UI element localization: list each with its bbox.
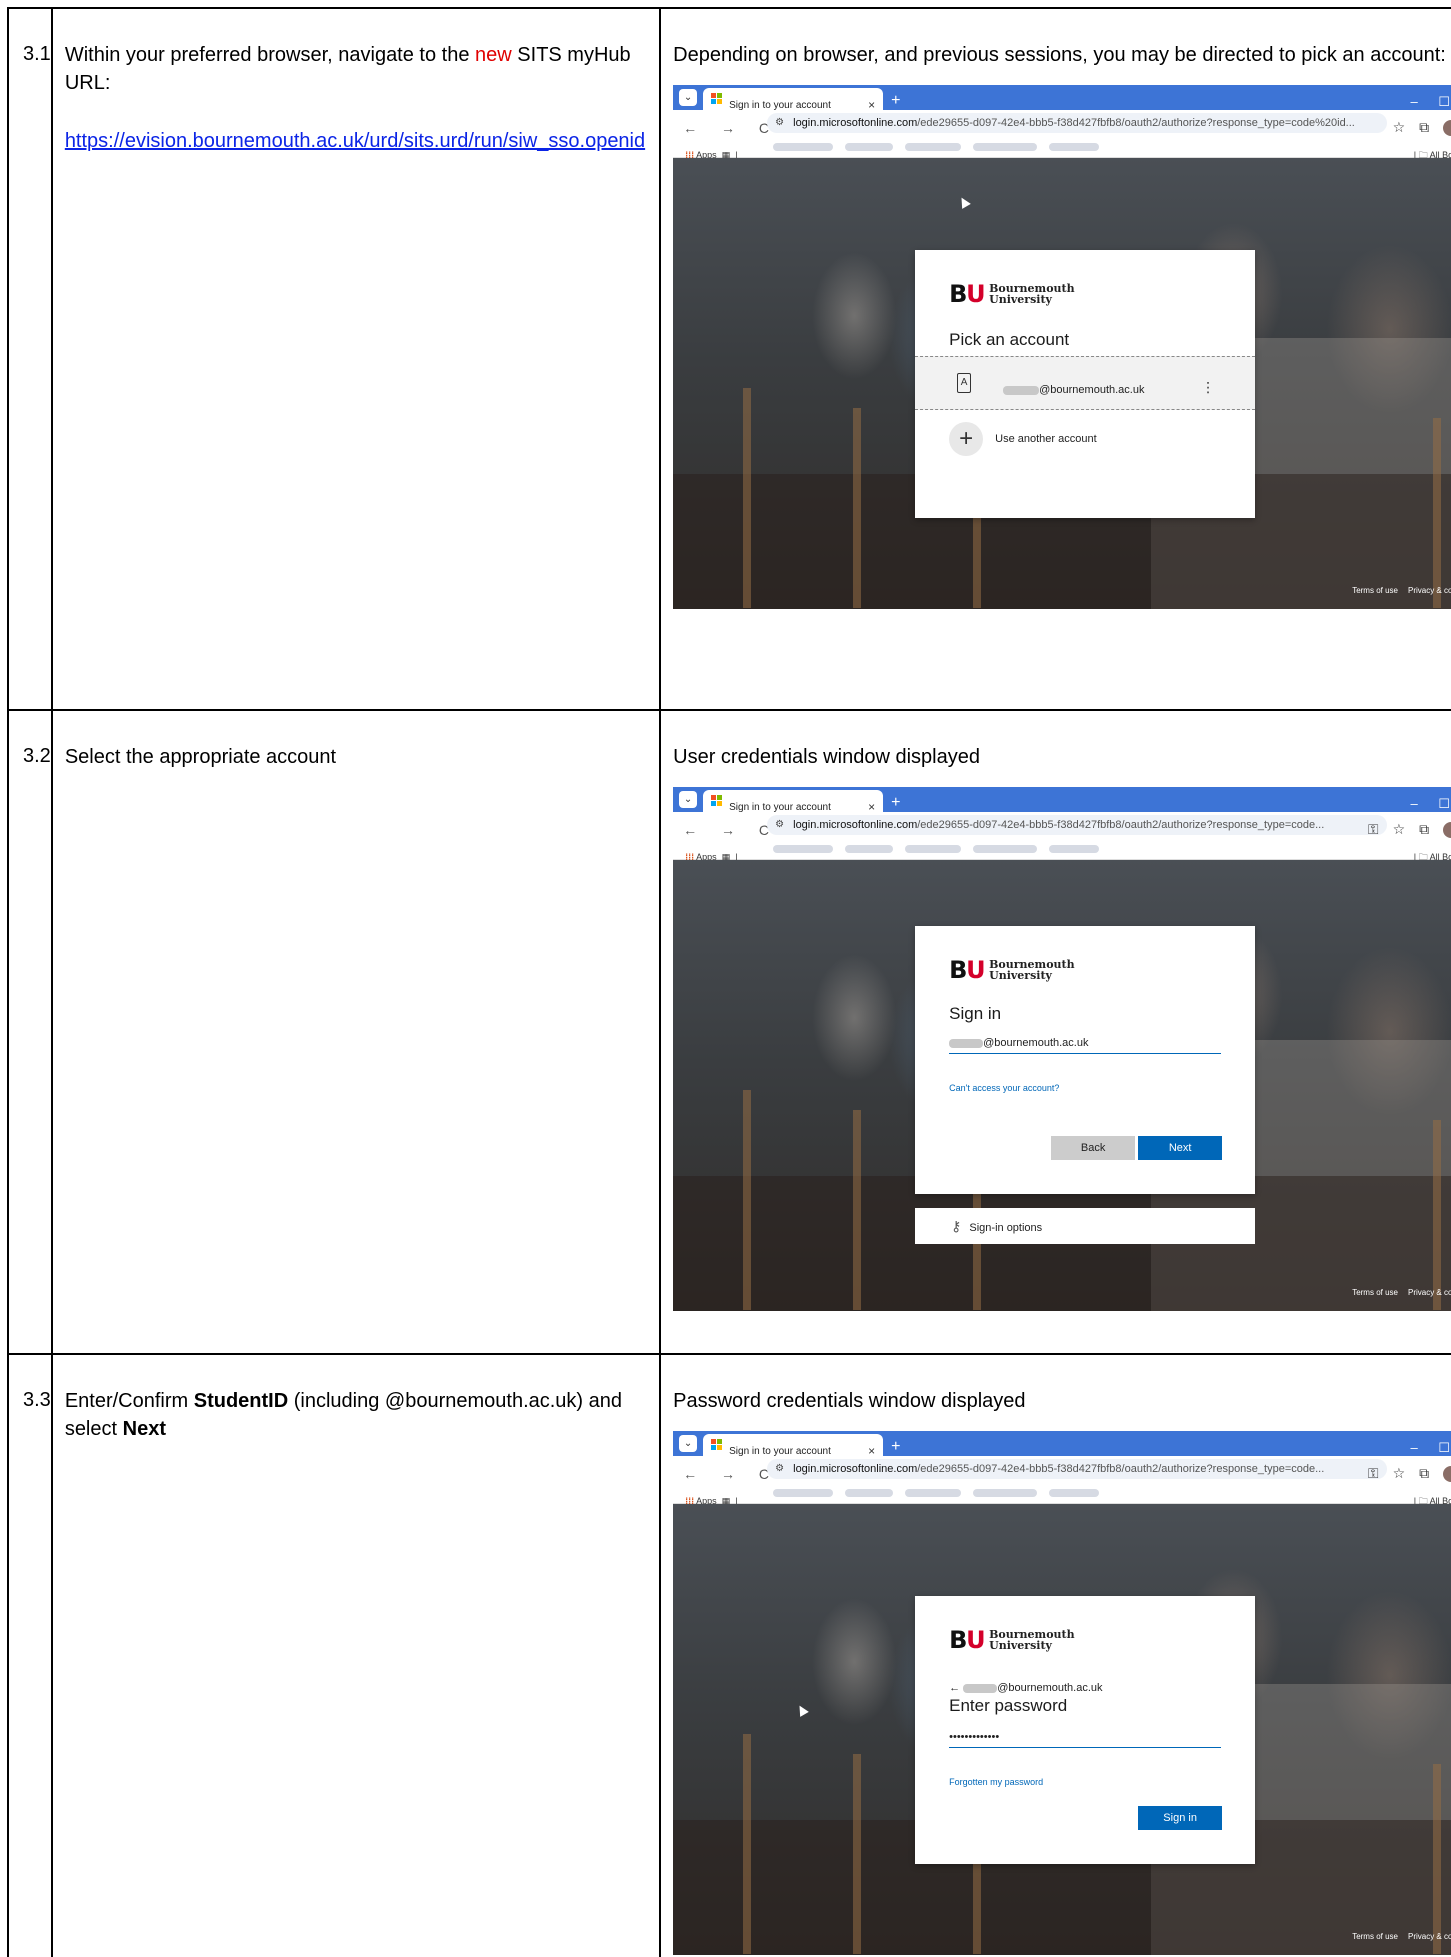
step-number: 3.1 [23,43,51,65]
browser-screenshot: ⌄ Sign in to your account × + –☐× ← → C … [673,1431,1451,1955]
blurred-username [949,1038,984,1048]
address-bar: ← → C ⚙ login.microsoftonline.com/ede2965… [673,110,1451,137]
new-highlight: new [475,44,512,66]
browser-tab[interactable]: Sign in to your account × [703,790,884,814]
tab-bar: ⌄ Sign in to your account × + –☐× [673,1431,1451,1458]
microsoft-logo-icon [711,795,723,806]
avatar[interactable] [1443,822,1451,839]
blurred-bookmark[interactable] [845,845,894,853]
blurred-bookmark[interactable] [845,143,894,151]
email-field[interactable]: @bournemouth.ac.uk [949,1034,1222,1054]
terms-link[interactable]: Terms of use [1352,586,1398,595]
blurred-bookmark[interactable] [973,1489,1038,1497]
back-button[interactable]: Back [1051,1136,1136,1160]
avatar[interactable] [1443,1466,1451,1483]
sign-in-button[interactable]: Sign in [1138,1806,1223,1830]
studentid-highlight: StudentID [193,1390,289,1412]
page-footer: Terms of usePrivacy & cookies··· [1342,1279,1451,1307]
blurred-username [1003,385,1040,395]
blurred-bookmark[interactable] [1049,143,1100,151]
blurred-bookmark[interactable] [773,143,834,151]
use-another-account[interactable]: + Use another account [949,422,1097,456]
sign-in-card: B U Bournemouth University Sign in @bournem… [915,926,1256,1194]
browser-tab[interactable]: Sign in to your account × [703,1434,884,1458]
step-instruction: Select the appropriate account [64,746,337,768]
card-title: Sign in [949,1004,1002,1023]
terms-link[interactable]: Terms of use [1352,1288,1398,1297]
privacy-link[interactable]: Privacy & cookies [1408,1288,1451,1297]
blurred-bookmark[interactable] [773,1489,834,1497]
blurred-bookmark[interactable] [905,845,962,853]
step-instruction: Enter/Confirm StudentID (including @bour… [64,1390,623,1440]
microsoft-logo-icon [711,93,723,104]
terms-link[interactable]: Terms of use [1352,1932,1398,1941]
site-info-icon[interactable]: ⚙ [775,113,784,133]
tab-search-icon[interactable]: ⌄ [679,1435,698,1452]
forgot-password-link[interactable]: Forgotten my password [949,1768,1043,1796]
blurred-bookmark[interactable] [905,143,962,151]
password-field[interactable]: ••••••••••••• [949,1728,1222,1748]
tab-search-icon[interactable]: ⌄ [679,89,698,106]
step-row: 3.1 Within your preferred browser, navig… [7,7,1451,711]
password-card: B U Bournemouth University ← @bournemouth.a… [915,1596,1256,1864]
address-bar: ← → C ⚙ login.microsoftonline.com/ede2965… [673,812,1451,839]
privacy-link[interactable]: Privacy & cookies [1408,1932,1451,1941]
blurred-bookmark[interactable] [1049,845,1100,853]
avatar[interactable] [1443,120,1451,137]
blurred-bookmark[interactable] [905,1489,962,1497]
step-row: 3.2 Select the appropriate account User … [7,709,1451,1355]
page-footer: Terms of usePrivacy & cookies··· [1342,1923,1451,1951]
step-number: 3.2 [23,745,51,767]
url-field[interactable]: ⚙ login.microsoftonline.com/ede29655-d097… [767,815,1388,835]
blurred-bookmark[interactable] [773,845,834,853]
privacy-link[interactable]: Privacy & cookies [1408,586,1451,595]
site-info-icon[interactable]: ⚙ [775,1459,784,1479]
sign-in-options[interactable]: ⚷ Sign-in options [915,1208,1256,1244]
step-instruction: Within your preferred browser, navigate … [53,9,659,155]
url-field[interactable]: ⚙ login.microsoftonline.com/ede29655-d097… [767,1459,1388,1479]
bookmarks-bar: ⁞⁞⁞ Apps ▦ | | 🗀 All Bookmarks [673,136,1451,160]
next-highlight: Next [122,1418,166,1440]
step-row: 3.3 Enter/Confirm StudentID (including @… [7,1353,1451,1957]
browser-tab[interactable]: Sign in to your account × [703,88,884,112]
pick-account-card: B U Bournemouth University Pick an account … [915,250,1256,518]
bookmarks-bar: ⁞⁞⁞ Apps ▦ | | 🗀 All Bookmarks [673,838,1451,862]
blurred-bookmark[interactable] [973,845,1038,853]
step-description: Depending on browser, and previous sessi… [661,9,1451,609]
url-field[interactable]: ⚙ login.microsoftonline.com/ede29655-d097… [767,113,1388,133]
key-icon: ⚷ [951,1218,962,1234]
step-description: User credentials window displayed ⌄ Sign… [661,711,1451,1311]
address-bar: ← → C ⚙ login.microsoftonline.com/ede2965… [673,1456,1451,1483]
cant-access-link[interactable]: Can't access your account? [949,1074,1059,1102]
account-menu-icon[interactable]: ⋮ [1201,373,1215,401]
tab-bar: ⌄ Sign in to your account × + –☐× [673,787,1451,814]
tab-search-icon[interactable]: ⌄ [679,791,698,808]
plus-icon: + [949,422,984,456]
site-info-icon[interactable]: ⚙ [775,815,784,835]
badge-icon: A [957,373,972,393]
card-title: Enter password [949,1696,1068,1715]
steps-table: 3.1 Within your preferred browser, navig… [7,7,1451,1957]
next-button[interactable]: Next [1138,1136,1223,1160]
browser-screenshot: ⌄ Sign in to your account × + –☐× ← → C … [673,85,1451,609]
blurred-bookmark[interactable] [1049,1489,1100,1497]
microsoft-logo-icon [711,1439,723,1450]
myhub-url-link[interactable]: https://evision.bournemouth.ac.uk/urd/si… [65,127,645,155]
step-number: 3.3 [23,1389,51,1411]
step-description: Password credentials window displayed ⌄ … [661,1355,1451,1955]
card-title: Pick an account [949,330,1070,349]
tab-bar: ⌄ Sign in to your account × + –☐× [673,85,1451,112]
blurred-bookmark[interactable] [845,1489,894,1497]
blurred-bookmark[interactable] [973,143,1038,151]
browser-screenshot: ⌄ Sign in to your account × + –☐× ← → C … [673,787,1451,1311]
account-option[interactable]: A @bournemouth.ac.uk ⋮ [915,356,1256,410]
page-footer: Terms of usePrivacy & cookies··· [1342,577,1451,605]
bookmarks-bar: ⁞⁞⁞ Apps ▦ | | 🗀 All Bookmarks [673,1482,1451,1506]
